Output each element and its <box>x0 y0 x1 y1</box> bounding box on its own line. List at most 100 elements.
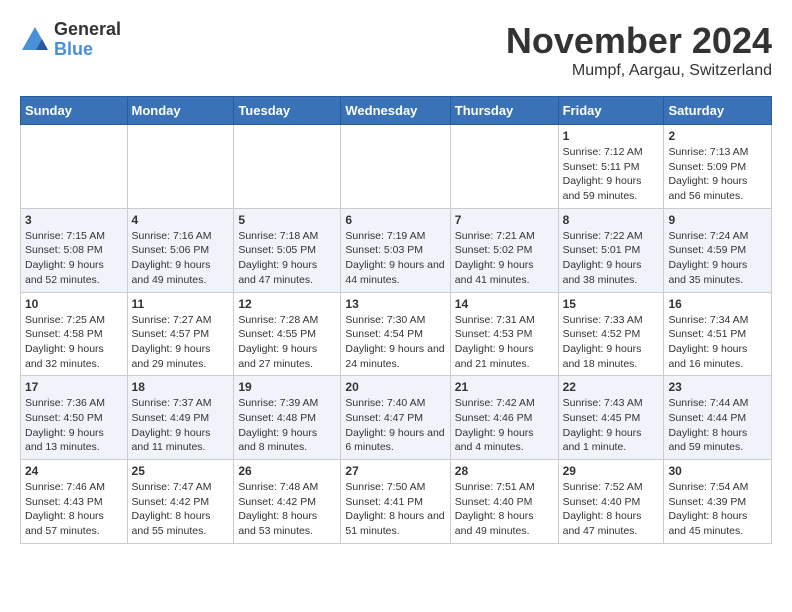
location: Mumpf, Aargau, Switzerland <box>506 62 772 80</box>
day-number: 29 <box>563 464 660 478</box>
day-number: 16 <box>668 297 767 311</box>
day-info: Sunrise: 7:34 AM Sunset: 4:51 PM Dayligh… <box>668 313 767 372</box>
day-number: 10 <box>25 297 123 311</box>
day-number: 5 <box>238 213 336 227</box>
day-number: 12 <box>238 297 336 311</box>
table-row: 21 Sunrise: 7:42 AM Sunset: 4:46 PM Dayli… <box>450 376 558 460</box>
day-number: 6 <box>345 213 445 227</box>
table-row: 24 Sunrise: 7:46 AM Sunset: 4:43 PM Dayli… <box>21 460 128 544</box>
day-info: Sunrise: 7:46 AM Sunset: 4:43 PM Dayligh… <box>25 480 123 539</box>
header-wednesday: Wednesday <box>341 97 450 125</box>
day-number: 17 <box>25 380 123 394</box>
calendar: Sunday Monday Tuesday Wednesday Thursday… <box>20 96 772 544</box>
day-number: 18 <box>132 380 230 394</box>
table-row: 25Sunrise: 7:47 AM Sunset: 4:42 PM Dayli… <box>127 460 234 544</box>
day-info: Sunrise: 7:43 AM Sunset: 4:45 PM Dayligh… <box>563 396 660 455</box>
day-number: 4 <box>132 213 230 227</box>
header-saturday: Saturday <box>664 97 772 125</box>
day-number: 30 <box>668 464 767 478</box>
calendar-header-row: Sunday Monday Tuesday Wednesday Thursday… <box>21 97 772 125</box>
table-row: 18 Sunrise: 7:37 AM Sunset: 4:49 PM Dayli… <box>127 376 234 460</box>
table-row: 14 Sunrise: 7:31 AM Sunset: 4:53 PM Dayli… <box>450 292 558 376</box>
logo-general: General <box>54 20 121 40</box>
day-info: Sunrise: 7:15 AM Sunset: 5:08 PM Dayligh… <box>25 229 123 288</box>
day-number: 15 <box>563 297 660 311</box>
day-info: Sunrise: 7:52 AM Sunset: 4:40 PM Dayligh… <box>563 480 660 539</box>
month-title: November 2024 <box>506 20 772 62</box>
day-number: 8 <box>563 213 660 227</box>
table-row: 16 Sunrise: 7:34 AM Sunset: 4:51 PM Dayli… <box>664 292 772 376</box>
logo-blue: Blue <box>54 40 121 60</box>
table-row: 9Sunrise: 7:24 AM Sunset: 4:59 PM Daylig… <box>664 208 772 292</box>
day-info: Sunrise: 7:39 AM Sunset: 4:48 PM Dayligh… <box>238 396 336 455</box>
table-row: 22 Sunrise: 7:43 AM Sunset: 4:45 PM Dayli… <box>558 376 664 460</box>
table-row: 11Sunrise: 7:27 AM Sunset: 4:57 PM Dayli… <box>127 292 234 376</box>
day-number: 9 <box>668 213 767 227</box>
day-number: 23 <box>668 380 767 394</box>
day-info: Sunrise: 7:28 AM Sunset: 4:55 PM Dayligh… <box>238 313 336 372</box>
table-row: 4 Sunrise: 7:16 AM Sunset: 5:06 PM Daylig… <box>127 208 234 292</box>
day-info: Sunrise: 7:16 AM Sunset: 5:06 PM Dayligh… <box>132 229 230 288</box>
table-row: 30 Sunrise: 7:54 AM Sunset: 4:39 PM Dayli… <box>664 460 772 544</box>
day-info: Sunrise: 7:51 AM Sunset: 4:40 PM Dayligh… <box>455 480 554 539</box>
day-number: 21 <box>455 380 554 394</box>
day-info: Sunrise: 7:40 AM Sunset: 4:47 PM Dayligh… <box>345 396 445 455</box>
table-row: 20 Sunrise: 7:40 AM Sunset: 4:47 PM Dayli… <box>341 376 450 460</box>
day-info: Sunrise: 7:37 AM Sunset: 4:49 PM Dayligh… <box>132 396 230 455</box>
table-row <box>450 125 558 209</box>
logo: General Blue <box>20 20 121 60</box>
header-thursday: Thursday <box>450 97 558 125</box>
table-row: 10Sunrise: 7:25 AM Sunset: 4:58 PM Dayli… <box>21 292 128 376</box>
table-row: 3 Sunrise: 7:15 AM Sunset: 5:08 PM Daylig… <box>21 208 128 292</box>
day-info: Sunrise: 7:30 AM Sunset: 4:54 PM Dayligh… <box>345 313 445 372</box>
day-number: 1 <box>563 129 660 143</box>
day-number: 20 <box>345 380 445 394</box>
day-info: Sunrise: 7:13 AM Sunset: 5:09 PM Dayligh… <box>668 145 767 204</box>
day-info: Sunrise: 7:48 AM Sunset: 4:42 PM Dayligh… <box>238 480 336 539</box>
table-row: 6Sunrise: 7:19 AM Sunset: 5:03 PM Daylig… <box>341 208 450 292</box>
calendar-week-row: 3 Sunrise: 7:15 AM Sunset: 5:08 PM Daylig… <box>21 208 772 292</box>
table-row: 17 Sunrise: 7:36 AM Sunset: 4:50 PM Dayli… <box>21 376 128 460</box>
logo-text: General Blue <box>54 20 121 60</box>
day-number: 22 <box>563 380 660 394</box>
table-row: 8 Sunrise: 7:22 AM Sunset: 5:01 PM Daylig… <box>558 208 664 292</box>
day-info: Sunrise: 7:42 AM Sunset: 4:46 PM Dayligh… <box>455 396 554 455</box>
table-row <box>234 125 341 209</box>
header-sunday: Sunday <box>21 97 128 125</box>
table-row: 7 Sunrise: 7:21 AM Sunset: 5:02 PM Daylig… <box>450 208 558 292</box>
table-row: 2Sunrise: 7:13 AM Sunset: 5:09 PM Daylig… <box>664 125 772 209</box>
day-info: Sunrise: 7:31 AM Sunset: 4:53 PM Dayligh… <box>455 313 554 372</box>
day-number: 3 <box>25 213 123 227</box>
day-number: 7 <box>455 213 554 227</box>
day-number: 13 <box>345 297 445 311</box>
calendar-week-row: 24 Sunrise: 7:46 AM Sunset: 4:43 PM Dayli… <box>21 460 772 544</box>
day-number: 19 <box>238 380 336 394</box>
day-info: Sunrise: 7:12 AM Sunset: 5:11 PM Dayligh… <box>563 145 660 204</box>
day-info: Sunrise: 7:54 AM Sunset: 4:39 PM Dayligh… <box>668 480 767 539</box>
table-row: 12 Sunrise: 7:28 AM Sunset: 4:55 PM Dayli… <box>234 292 341 376</box>
day-info: Sunrise: 7:27 AM Sunset: 4:57 PM Dayligh… <box>132 313 230 372</box>
day-info: Sunrise: 7:50 AM Sunset: 4:41 PM Dayligh… <box>345 480 445 539</box>
table-row <box>21 125 128 209</box>
table-row <box>341 125 450 209</box>
day-info: Sunrise: 7:33 AM Sunset: 4:52 PM Dayligh… <box>563 313 660 372</box>
day-number: 26 <box>238 464 336 478</box>
day-info: Sunrise: 7:44 AM Sunset: 4:44 PM Dayligh… <box>668 396 767 455</box>
table-row <box>127 125 234 209</box>
day-number: 24 <box>25 464 123 478</box>
day-info: Sunrise: 7:36 AM Sunset: 4:50 PM Dayligh… <box>25 396 123 455</box>
table-row: 29 Sunrise: 7:52 AM Sunset: 4:40 PM Dayli… <box>558 460 664 544</box>
day-number: 14 <box>455 297 554 311</box>
table-row: 5Sunrise: 7:18 AM Sunset: 5:05 PM Daylig… <box>234 208 341 292</box>
day-info: Sunrise: 7:21 AM Sunset: 5:02 PM Dayligh… <box>455 229 554 288</box>
table-row: 27Sunrise: 7:50 AM Sunset: 4:41 PM Dayli… <box>341 460 450 544</box>
calendar-week-row: 1 Sunrise: 7:12 AM Sunset: 5:11 PM Daylig… <box>21 125 772 209</box>
table-row: 13 Sunrise: 7:30 AM Sunset: 4:54 PM Dayli… <box>341 292 450 376</box>
calendar-week-row: 10Sunrise: 7:25 AM Sunset: 4:58 PM Dayli… <box>21 292 772 376</box>
day-info: Sunrise: 7:22 AM Sunset: 5:01 PM Dayligh… <box>563 229 660 288</box>
table-row: 28Sunrise: 7:51 AM Sunset: 4:40 PM Dayli… <box>450 460 558 544</box>
logo-icon <box>20 25 50 55</box>
day-number: 25 <box>132 464 230 478</box>
table-row: 23 Sunrise: 7:44 AM Sunset: 4:44 PM Dayli… <box>664 376 772 460</box>
page-header: General Blue November 2024 Mumpf, Aargau… <box>20 20 772 80</box>
